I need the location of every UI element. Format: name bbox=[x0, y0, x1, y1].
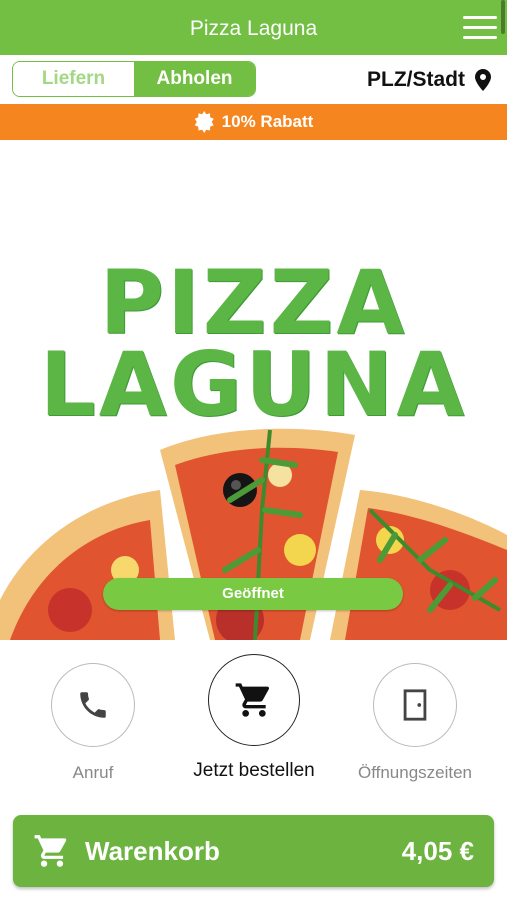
opening-hours-label: Öffnungszeiten bbox=[357, 763, 473, 782]
call-label: Anruf bbox=[72, 763, 114, 782]
location-pin-icon bbox=[475, 69, 491, 91]
call-button[interactable]: Anruf bbox=[18, 663, 168, 783]
scroll-indicator[interactable] bbox=[501, 0, 505, 34]
quick-actions: Anruf Jetzt bestellen Öffnungszeiten bbox=[0, 650, 507, 800]
badge-icon bbox=[194, 111, 214, 133]
cart-icon bbox=[34, 835, 67, 867]
pickup-tab[interactable]: Abholen bbox=[134, 62, 255, 96]
order-mode-toggle: Liefern Abholen bbox=[12, 61, 256, 97]
opening-hours-circle[interactable] bbox=[373, 663, 457, 747]
phone-icon bbox=[80, 692, 106, 718]
door-icon bbox=[403, 689, 427, 721]
location-label: PLZ/Stadt bbox=[367, 68, 465, 91]
hero-image: PIZZA LAGUNA bbox=[0, 140, 507, 640]
promo-banner[interactable]: 10% Rabatt bbox=[0, 104, 507, 140]
page-title: Pizza Laguna bbox=[189, 17, 318, 40]
menu-icon bbox=[463, 36, 497, 39]
cart-button[interactable]: Warenkorb 4,05 € bbox=[13, 815, 494, 887]
cart-icon bbox=[235, 683, 269, 717]
location-selector[interactable]: PLZ/Stadt bbox=[367, 64, 491, 96]
menu-icon bbox=[463, 26, 497, 29]
call-circle[interactable] bbox=[51, 663, 135, 747]
promo-text: 10% Rabatt bbox=[221, 112, 314, 131]
opening-hours-button[interactable]: Öffnungszeiten bbox=[340, 663, 490, 783]
order-now-button[interactable]: Jetzt bestellen bbox=[179, 654, 329, 782]
menu-icon bbox=[463, 16, 497, 19]
top-bar: Pizza Laguna bbox=[0, 0, 507, 55]
open-status-button[interactable]: Geöffnet bbox=[103, 578, 403, 610]
brand-logo-line-2: LAGUNA bbox=[39, 333, 468, 436]
cart-total: 4,05 € bbox=[401, 835, 474, 866]
menu-button[interactable] bbox=[463, 16, 497, 40]
delivery-tab[interactable]: Liefern bbox=[13, 62, 134, 96]
cart-label: Warenkorb bbox=[85, 835, 220, 866]
order-now-label: Jetzt bestellen bbox=[193, 760, 315, 781]
order-now-circle[interactable] bbox=[208, 654, 300, 746]
